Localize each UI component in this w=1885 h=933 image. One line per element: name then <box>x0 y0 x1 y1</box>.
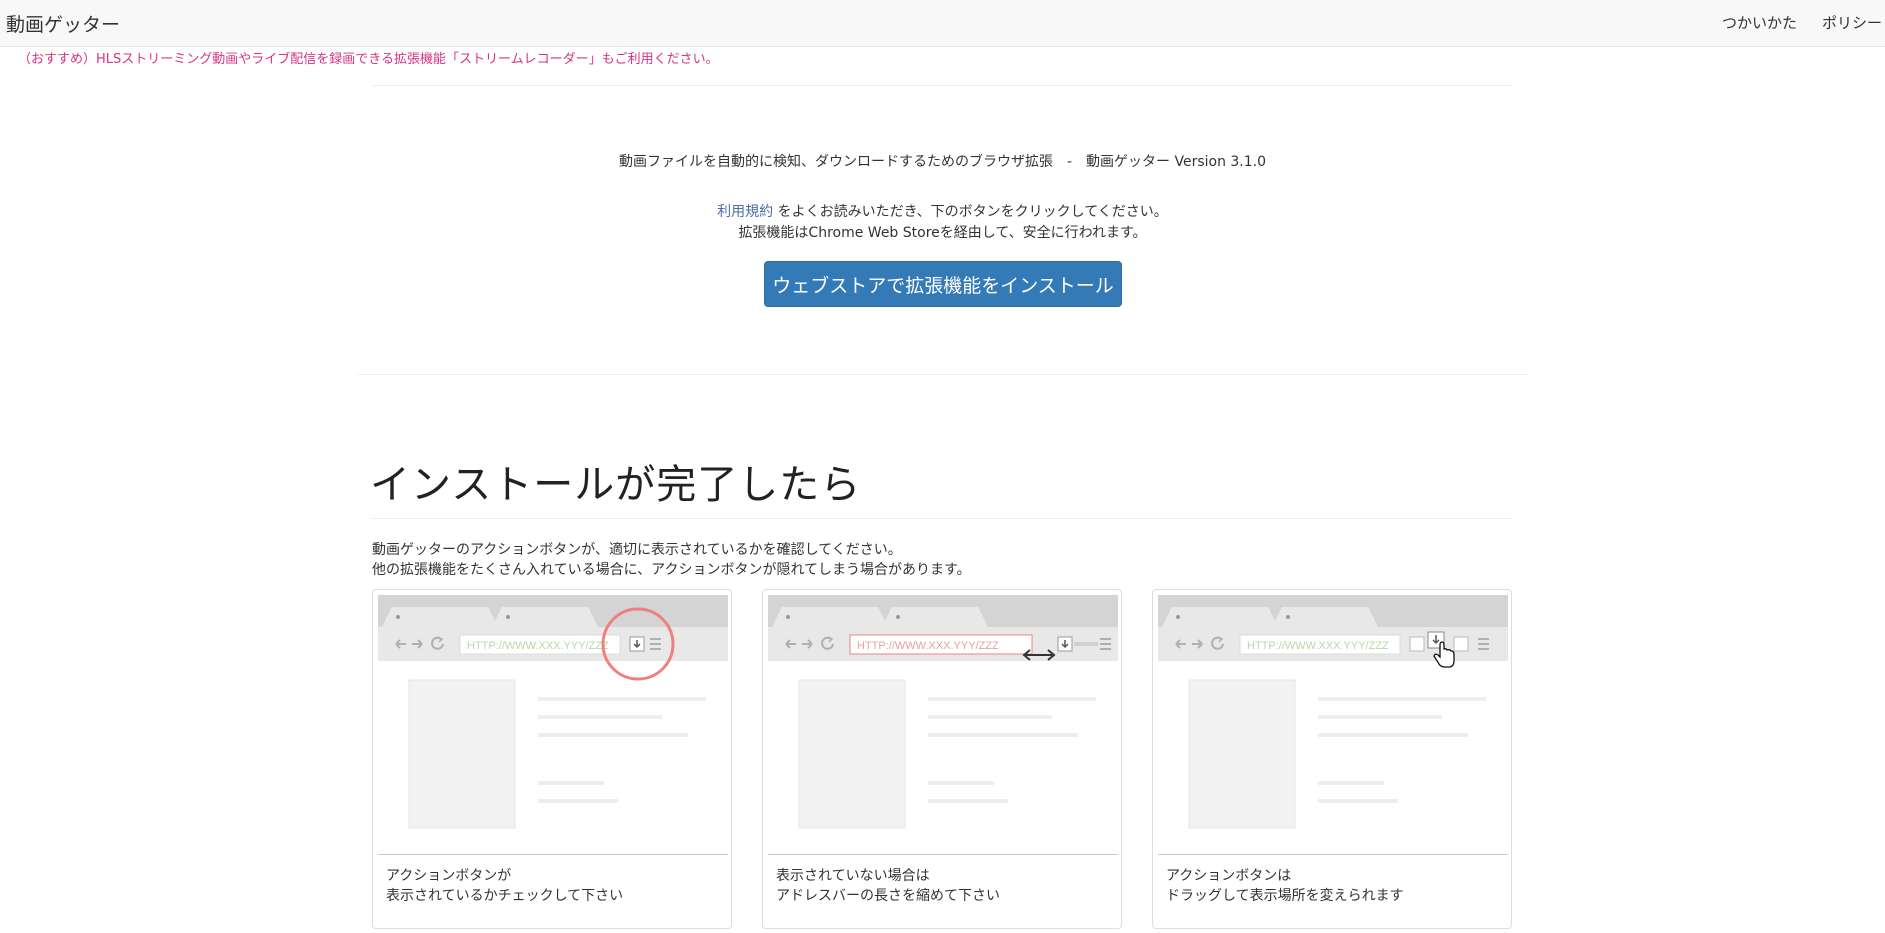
card-caption-line-1: アクションボタンは <box>1166 868 1292 884</box>
card-divider <box>768 854 1118 855</box>
top-navbar: 動画ゲッター つかいかた ポリシー <box>0 0 1885 47</box>
address-bar-url: HTTP://WWW.XXX.YYY/ZZZ <box>1247 640 1389 652</box>
card-caption-line-2: アドレスバーの長さを縮めて下さい <box>776 888 1000 904</box>
divider <box>358 374 1528 375</box>
section-title: インストールが完了したら <box>370 462 862 508</box>
thumbnail-card-drag-button: HTTP://WWW.XXX.YYY/ZZZ アクションボタンは ドラッグして表… <box>1152 589 1512 929</box>
section-text-1: 動画ゲッターのアクションボタンが、適切に表示されているかを確認してください。 <box>372 542 902 558</box>
card-divider <box>378 854 728 855</box>
address-bar-url: HTTP://WWW.XXX.YYY/ZZZ <box>467 640 609 652</box>
divider <box>372 518 1513 519</box>
install-extension-button[interactable]: ウェブストアで拡張機能をインストール <box>764 261 1122 307</box>
divider <box>372 85 1513 86</box>
brand-title[interactable]: 動画ゲッター <box>6 10 120 37</box>
stream-recorder-notice-link[interactable]: （おすすめ）HLSストリーミング動画やライブ配信を録画できる拡張機能「ストリーム… <box>18 48 719 67</box>
terms-instruction: 利用規約 をよくお読みいただき、下のボタンをクリックしてください。 <box>0 201 1885 221</box>
terms-instruction-text: をよくお読みいただき、下のボタンをクリックしてください。 <box>773 204 1168 220</box>
terms-of-use-link[interactable]: 利用規約 <box>717 204 773 220</box>
download-icon <box>1057 636 1073 652</box>
card-caption-line-1: アクションボタンが <box>386 868 512 884</box>
download-icon <box>629 636 645 652</box>
store-note: 拡張機能はChrome Web Storeを経由して、安全に行われます。 <box>738 225 1147 241</box>
browser-illustration: HTTP://WWW.XXX.YYY/ZZZ <box>378 595 728 858</box>
section-text-2: 他の拡張機能をたくさん入れている場合に、アクションボタンが隠れてしまう場合があり… <box>372 562 971 578</box>
card-caption-line-2: 表示されているかチェックして下さい <box>386 888 624 904</box>
nav-link-policy[interactable]: ポリシー <box>1822 12 1882 33</box>
thumbnail-card-shrink-address-bar: HTTP://WWW.XXX.YYY/ZZZ 表示されていない場合は アドレスバ… <box>762 589 1122 929</box>
browser-illustration: HTTP://WWW.XXX.YYY/ZZZ <box>1158 595 1508 858</box>
thumbnail-card-check-button: HTTP://WWW.XXX.YYY/ZZZ アクションボタンが 表示されている… <box>372 589 732 929</box>
address-bar-url: HTTP://WWW.XXX.YYY/ZZZ <box>857 640 999 652</box>
extension-description: 動画ファイルを自動的に検知、ダウンロードするためのブラウザ拡張 - 動画ゲッター… <box>618 154 1267 170</box>
browser-illustration: HTTP://WWW.XXX.YYY/ZZZ <box>768 595 1118 858</box>
card-caption-line-2: ドラッグして表示場所を変えられます <box>1166 888 1404 904</box>
card-caption-line-1: 表示されていない場合は <box>776 868 930 884</box>
nav-link-how-to[interactable]: つかいかた <box>1722 12 1797 33</box>
card-divider <box>1158 854 1508 855</box>
